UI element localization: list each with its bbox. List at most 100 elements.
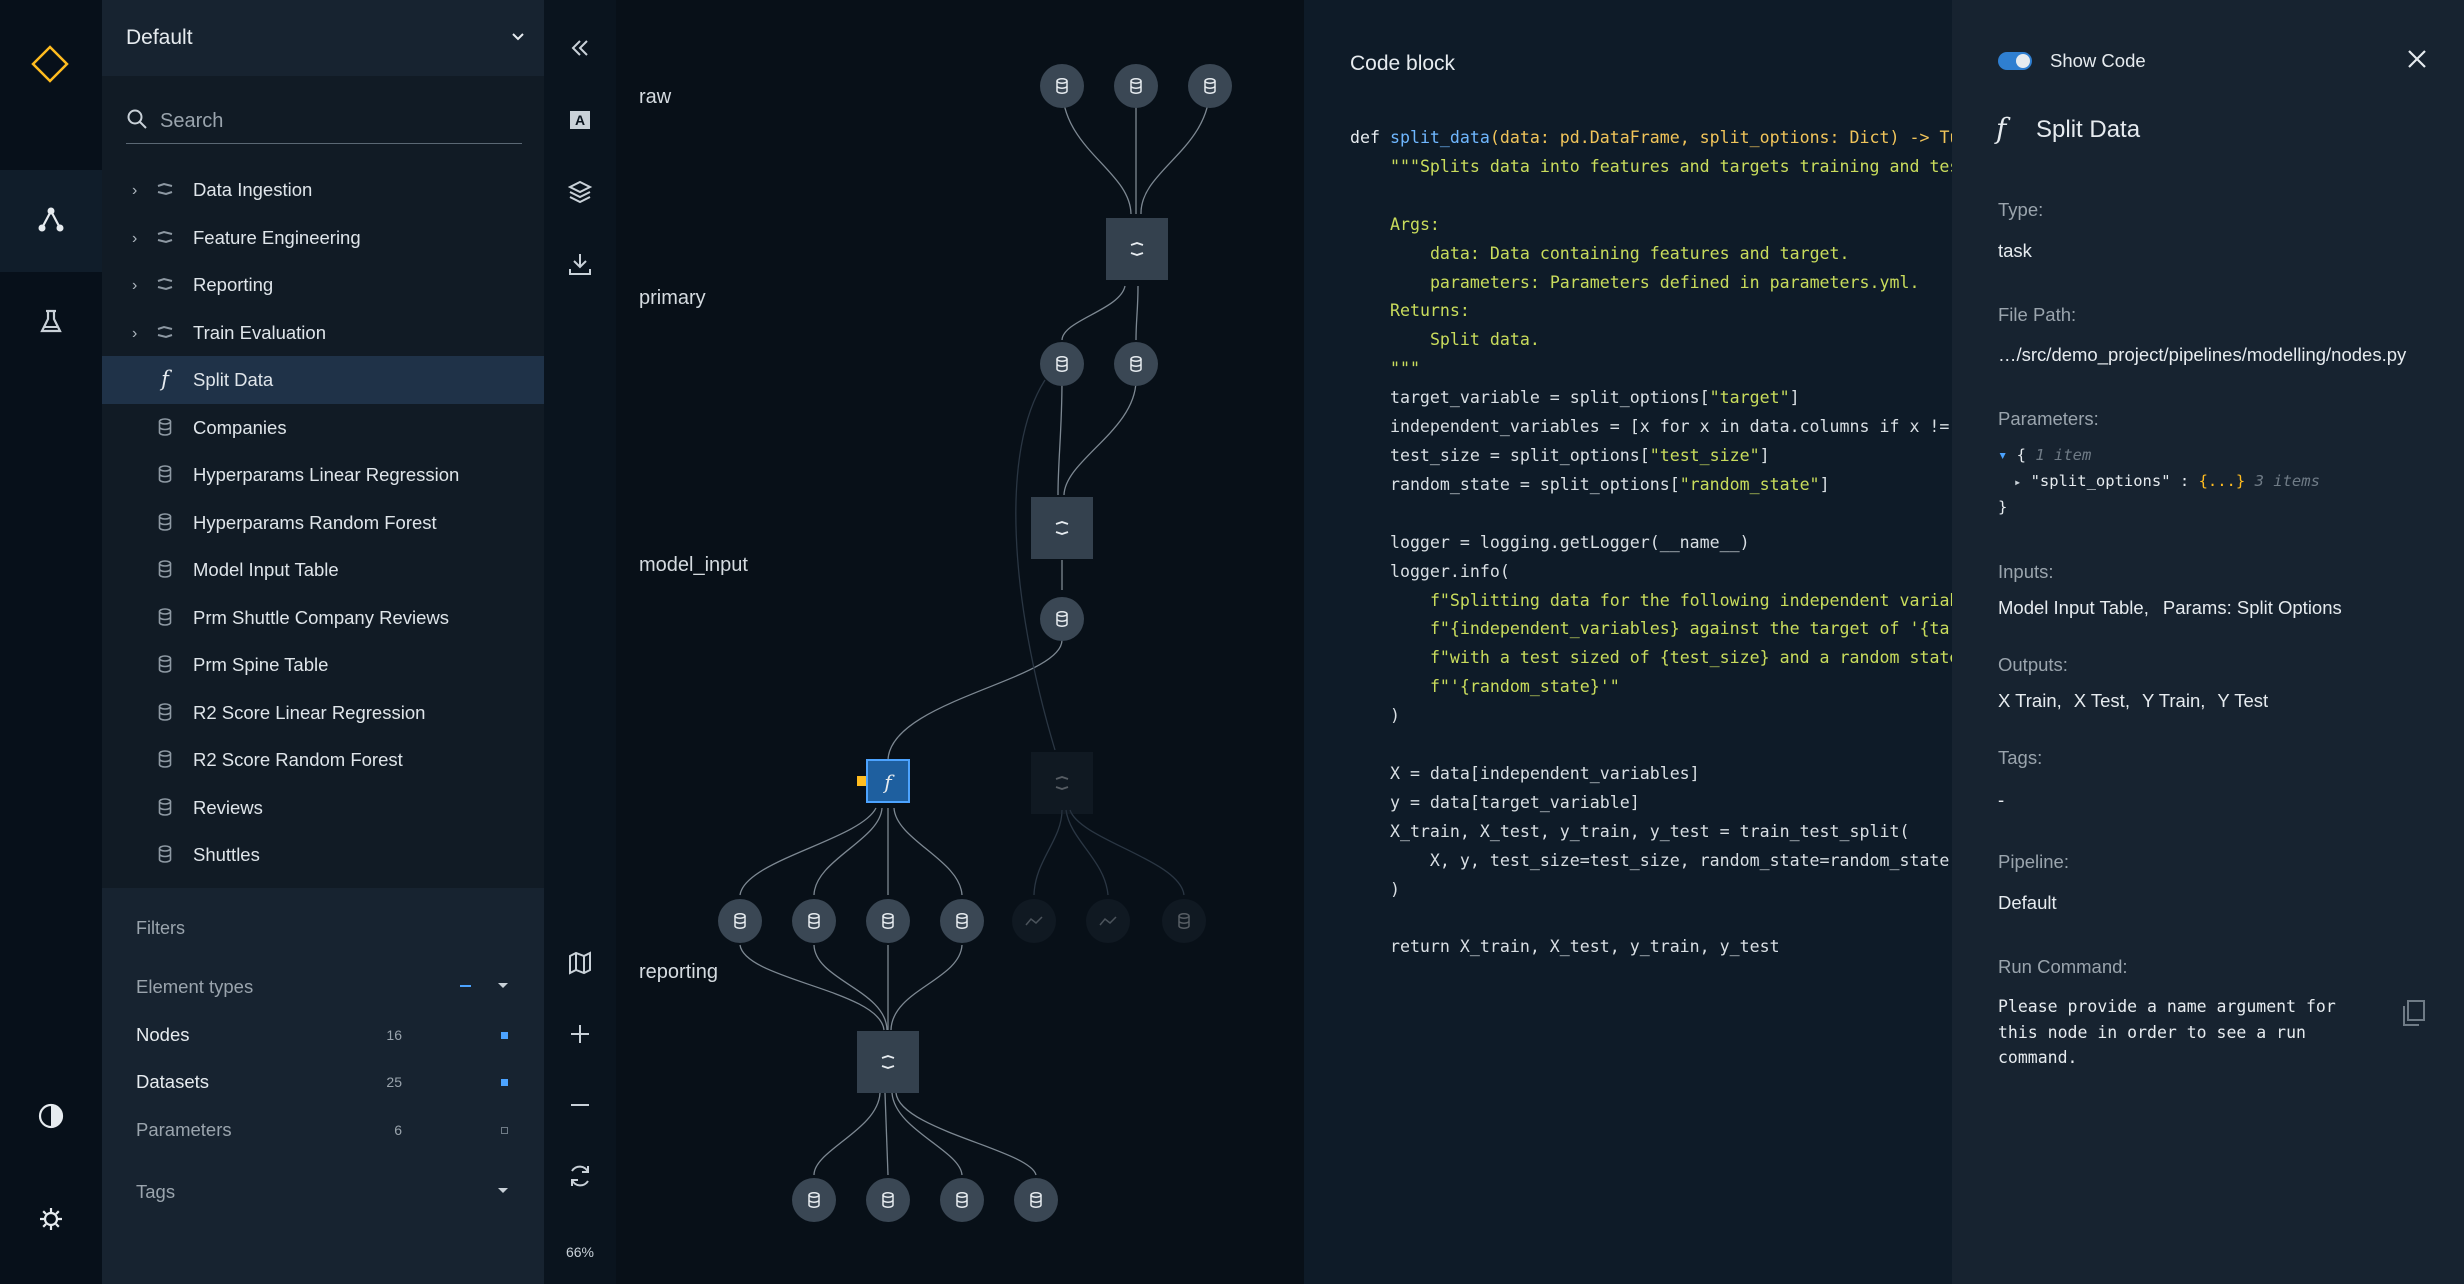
zoom-in-button[interactable] — [544, 1009, 616, 1059]
function-icon: f — [161, 367, 169, 391]
tree-item-hyperparams-random-forest[interactable]: Hyperparams Random Forest — [102, 499, 544, 547]
tree-item-label: Companies — [193, 416, 287, 438]
filter-parameters-count: 6 — [394, 1122, 402, 1138]
export-button[interactable] — [544, 239, 616, 289]
modular-pipeline-icon — [154, 321, 176, 343]
chevron-right-icon[interactable]: › — [132, 182, 144, 199]
inputs-list: Model Input Table, Params: Split Options — [1998, 597, 2342, 619]
chevron-down-icon[interactable] — [496, 1183, 510, 1202]
dataset-node — [1040, 64, 1084, 108]
tree-item-split-data[interactable]: f Split Data — [102, 356, 544, 404]
dataset-node — [1188, 64, 1232, 108]
tree-item-label: Prm Spine Table — [193, 654, 329, 675]
indeterminate-checkbox[interactable] — [460, 985, 471, 987]
dataset-node — [1014, 1178, 1058, 1222]
expand-triangle-icon[interactable]: ▾ — [1998, 446, 2007, 464]
outputs-label: Outputs: — [1998, 654, 2068, 675]
show-code-toggle[interactable] — [1998, 52, 2032, 70]
tree-item-label: Shuttles — [193, 844, 260, 865]
pipeline-value: Default — [1998, 892, 2057, 913]
chevron-down-icon[interactable] — [496, 978, 510, 997]
element-types-label: Element types — [136, 976, 254, 997]
dataset-icon — [154, 511, 176, 533]
collapse-triangle-icon[interactable]: ▸ — [2014, 475, 2021, 489]
tree-item-label: Feature Engineering — [193, 226, 361, 248]
tree-item-prm-spine-table[interactable]: Prm Spine Table — [102, 641, 544, 689]
search-input[interactable] — [160, 110, 500, 133]
tree-item-r2-score-random-forest[interactable]: R2 Score Random Forest — [102, 736, 544, 784]
zoom-out-button[interactable] — [544, 1080, 616, 1130]
code-function-name: split_data — [1389, 128, 1490, 147]
filter-datasets-checkbox[interactable] — [501, 1079, 508, 1086]
toggle-layers-button[interactable] — [544, 167, 616, 217]
pipeline-dropdown[interactable]: Default — [102, 0, 544, 76]
dataset-icon — [154, 558, 176, 580]
double-chevron-left-icon — [571, 40, 588, 56]
search-field[interactable] — [126, 100, 522, 144]
modular-pipeline-icon — [154, 226, 176, 248]
close-icon[interactable] — [2406, 48, 2428, 75]
experiment-tracking-icon[interactable] — [36, 306, 66, 336]
refresh-icon — [571, 1165, 589, 1187]
collapse-sidebar-button[interactable] — [544, 23, 616, 73]
global-nav-rail — [0, 0, 102, 1284]
theme-toggle-icon[interactable] — [36, 1101, 66, 1131]
tree-item-shuttles[interactable]: Shuttles — [102, 831, 544, 879]
input-link[interactable]: Model Input Table, — [1998, 597, 2149, 618]
modular-pipeline-icon — [154, 273, 176, 295]
minimap-button[interactable] — [544, 938, 616, 988]
filter-datasets-label[interactable]: Datasets — [136, 1071, 209, 1093]
tree-item-companies[interactable]: Companies — [102, 404, 544, 452]
tree-item-reporting[interactable]: › Reporting — [102, 261, 544, 309]
settings-gear-icon[interactable] — [36, 1204, 66, 1234]
input-link[interactable]: Params: Split Options — [2163, 597, 2342, 618]
filter-parameters-checkbox[interactable] — [501, 1127, 508, 1134]
filepath-label: File Path: — [1998, 304, 2077, 325]
sidebar: Default › Data Ingestion › Feature Engin… — [102, 0, 544, 1284]
chevron-right-icon[interactable]: › — [132, 230, 144, 247]
copy-icon[interactable] — [2400, 998, 2428, 1033]
filter-parameters-label[interactable]: Parameters — [136, 1119, 232, 1141]
tree-item-prm-shuttle-company-reviews[interactable]: Prm Shuttle Company Reviews — [102, 594, 544, 642]
function-icon: f — [1996, 112, 2007, 145]
toggle-labels-button[interactable]: A — [544, 95, 616, 145]
output-link[interactable]: Y Train, — [2142, 690, 2205, 711]
chevron-right-icon[interactable]: › — [132, 277, 144, 294]
metadata-panel: Show Code f Split Data Type: task File P… — [1952, 0, 2464, 1284]
filter-nodes-count: 16 — [386, 1027, 402, 1043]
params-sub-count: 3 items — [2254, 472, 2320, 490]
type-label: Type: — [1998, 199, 2044, 220]
tree-item-model-input-table[interactable]: Model Input Table — [102, 546, 544, 594]
tree-item-label: Data Ingestion — [193, 179, 313, 200]
filter-nodes-label[interactable]: Nodes — [136, 1024, 189, 1046]
filter-nodes-checkbox[interactable] — [501, 1032, 508, 1039]
parameters-tree[interactable]: ▾ { 1 item ▸ "split_options" : {...} 3 i… — [1998, 446, 2320, 524]
inputs-label: Inputs: — [1998, 561, 2054, 582]
tree-item-feature-engineering[interactable]: › Feature Engineering — [102, 214, 544, 262]
tags-label: Tags: — [1998, 747, 2043, 768]
graph-svg: f — [718, 64, 1232, 1222]
kedro-logo-icon[interactable] — [30, 44, 70, 84]
tree-item-label: Reviews — [193, 796, 263, 818]
dataset-icon — [154, 796, 176, 818]
code-panel-title: Code block — [1350, 52, 1456, 75]
tree-item-r2-score-linear-regression[interactable]: R2 Score Linear Regression — [102, 689, 544, 737]
output-link[interactable]: X Train, — [1998, 690, 2062, 711]
tree-item-train-evaluation[interactable]: › Train Evaluation — [102, 309, 544, 357]
reset-zoom-button[interactable] — [544, 1151, 616, 1201]
tree-item-label: R2 Score Random Forest — [193, 749, 403, 770]
tree-item-label: Hyperparams Linear Regression — [193, 464, 460, 485]
output-link[interactable]: X Test, — [2074, 690, 2130, 711]
tree-item-label: Reporting — [193, 274, 274, 295]
tags-value: - — [1998, 789, 2005, 810]
zoom-level: 66% — [565, 1244, 595, 1260]
pipeline-graph-canvas[interactable]: raw primary model_input reporting f — [616, 0, 1304, 1284]
code-block: def split_data(data: pd.DataFrame, split… — [1350, 124, 1952, 962]
dataset-node — [866, 899, 910, 943]
output-link[interactable]: Y Test — [2217, 690, 2268, 711]
tree-item-data-ingestion[interactable]: › Data Ingestion — [102, 166, 544, 214]
tree-item-label: R2 Score Linear Regression — [193, 701, 426, 723]
tree-item-reviews[interactable]: Reviews — [102, 784, 544, 832]
tree-item-hyperparams-linear-regression[interactable]: Hyperparams Linear Regression — [102, 451, 544, 499]
chevron-right-icon[interactable]: › — [132, 325, 144, 342]
